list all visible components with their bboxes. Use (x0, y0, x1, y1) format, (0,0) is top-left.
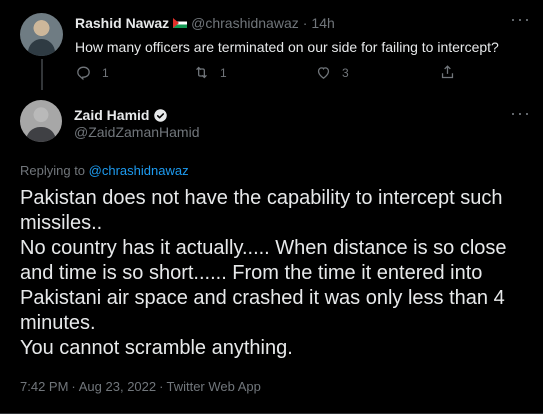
tweet-date[interactable]: Aug 23, 2022 (79, 379, 156, 394)
like-button[interactable]: 3 (315, 64, 349, 81)
handle[interactable]: @ZaidZamanHamid (74, 124, 199, 140)
share-icon (441, 65, 454, 79)
heart-icon (317, 67, 330, 79)
main-tweet: Zaid Hamid @ZaidZamanHamid ··· Replying … (0, 90, 543, 414)
reply-button[interactable]: 1 (75, 64, 109, 81)
tweet-time[interactable]: 7:42 PM (20, 379, 68, 394)
replying-handle-link[interactable]: @chrashidnawaz (89, 163, 189, 178)
reply-tweet[interactable]: Rashid Nawaz @chrashidnawaz · 14h ··· Ho… (0, 0, 543, 90)
more-horizontal-icon[interactable]: ··· (510, 104, 531, 122)
display-name[interactable]: Zaid Hamid (74, 107, 149, 123)
separator-dot: · (159, 379, 164, 394)
avatar[interactable] (20, 13, 63, 56)
tweet-source[interactable]: Twitter Web App (166, 379, 260, 394)
avatar[interactable] (20, 100, 62, 142)
like-count: 3 (342, 65, 349, 80)
reply-icon (77, 66, 90, 81)
retweet-icon (196, 66, 207, 79)
more-horizontal-icon[interactable]: ··· (510, 10, 531, 28)
main-tweet-name-row: Zaid Hamid (74, 107, 168, 123)
display-name[interactable]: Rashid Nawaz (75, 15, 169, 31)
avatar-shirt (28, 39, 55, 56)
tweet-meta: 7:42 PM · Aug 23, 2022 · Twitter Web App (20, 379, 261, 394)
share-button[interactable] (439, 64, 456, 81)
reply-tweet-header: Rashid Nawaz @chrashidnawaz · 14h (75, 13, 335, 33)
retweet-button[interactable]: 1 (193, 64, 227, 81)
tweet-text: Pakistan does not have the capability to… (20, 187, 507, 359)
verified-badge-icon (154, 108, 168, 122)
separator-dot: · (71, 379, 76, 394)
retweet-count: 1 (220, 65, 227, 80)
reply-count: 1 (102, 65, 109, 80)
tweet-text: How many officers are terminated on our … (75, 39, 499, 55)
palestine-flag-icon (173, 18, 188, 28)
tweet-actions: 1 1 3 (75, 64, 465, 82)
handle[interactable]: @chrashidnawaz (191, 15, 299, 31)
separator-dot: · (302, 15, 308, 31)
replying-to: Replying to @chrashidnawaz (20, 163, 189, 178)
avatar-shirt (26, 127, 56, 142)
timestamp[interactable]: 14h (311, 15, 334, 31)
thread-line (41, 59, 43, 90)
replying-prefix: Replying to (20, 163, 89, 178)
